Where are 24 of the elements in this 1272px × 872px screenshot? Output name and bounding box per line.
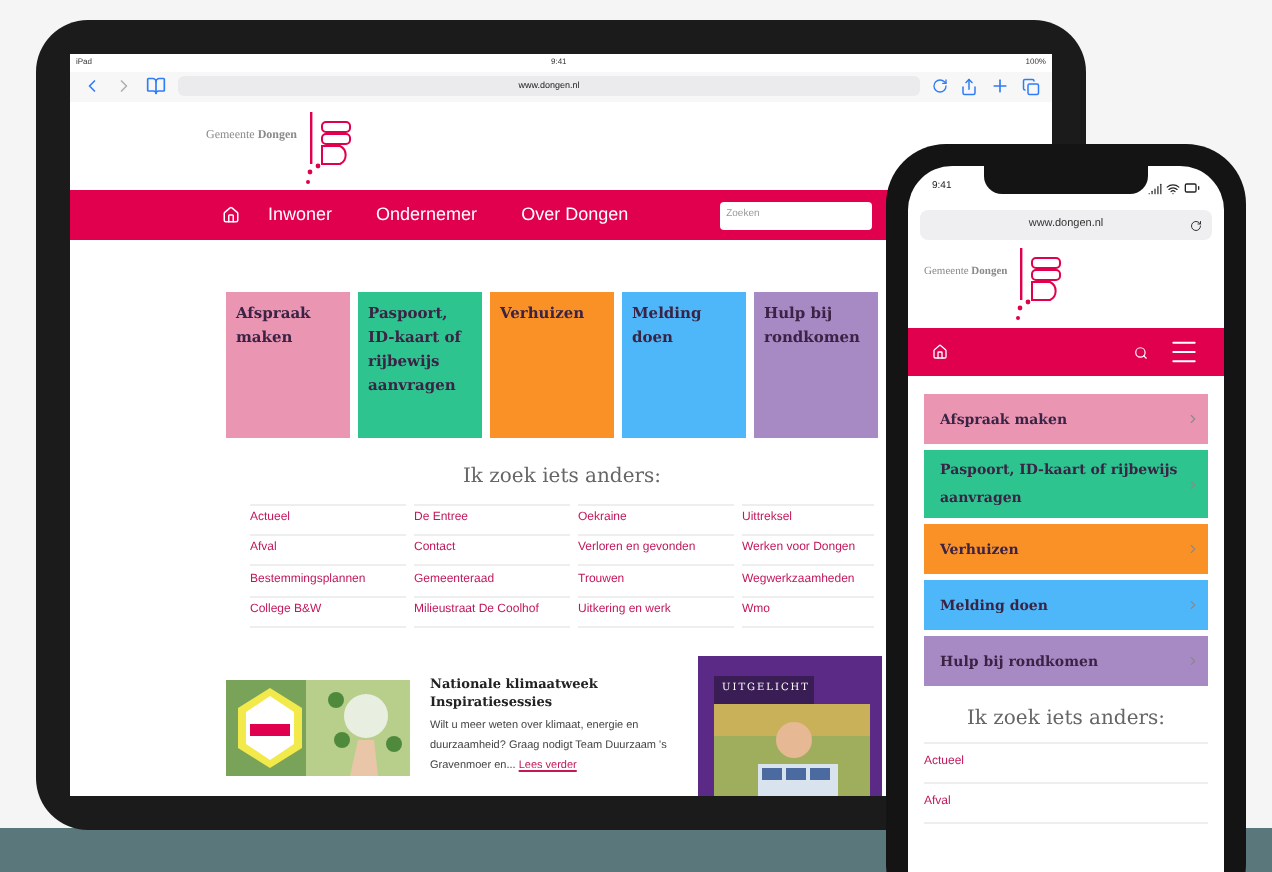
home-icon[interactable] [932, 344, 948, 360]
logo-icon [303, 111, 355, 184]
tabs-icon[interactable] [1022, 77, 1040, 96]
share-icon[interactable] [960, 77, 978, 96]
chevron-icon [1186, 477, 1200, 491]
section-heading: Ik zoek iets anders: [460, 464, 664, 492]
chevron-icon [1186, 412, 1200, 426]
chevron-icon [1186, 654, 1200, 668]
book-icon[interactable] [146, 76, 166, 97]
plus-icon[interactable] [990, 76, 1010, 97]
signal-icon [1148, 181, 1162, 195]
section-heading: Ik zoek iets anders: [964, 706, 1168, 734]
chevron-icon [1186, 542, 1200, 556]
nav-link[interactable]: Inwoner [268, 201, 333, 229]
nav-link[interactable]: Over Dongen [521, 201, 629, 229]
logo-icon [1013, 248, 1066, 320]
menu-icon[interactable] [1168, 336, 1200, 368]
home-icon[interactable] [222, 206, 240, 225]
battery-icon [1184, 180, 1200, 196]
wifi-icon [1166, 181, 1180, 195]
reload-icon[interactable] [1190, 219, 1202, 231]
chevron-icon [1186, 598, 1200, 612]
nav-link[interactable]: Ondernemer [376, 201, 478, 229]
search-icon[interactable] [1134, 345, 1148, 359]
